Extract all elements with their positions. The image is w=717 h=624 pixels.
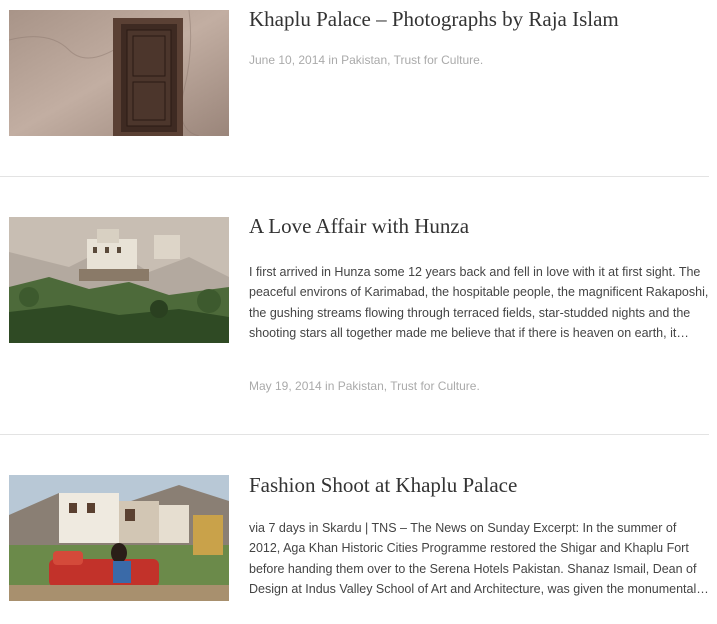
post-title[interactable]: Fashion Shoot at Khaplu Palace bbox=[249, 473, 517, 498]
category-link-trust-for-culture[interactable]: Trust for Culture bbox=[394, 53, 480, 67]
post-excerpt: via 7 days in Skardu | TNS – The News on… bbox=[249, 521, 709, 596]
post-date: May 19, 2014 bbox=[249, 379, 322, 393]
post-divider bbox=[0, 434, 709, 435]
post-thumbnail-hunza[interactable] bbox=[9, 217, 229, 343]
category-link-trust-for-culture[interactable]: Trust for Culture bbox=[390, 379, 476, 393]
hunza-fort-image bbox=[9, 217, 229, 343]
category-link-pakistan[interactable]: Pakistan bbox=[341, 53, 387, 67]
post-date: June 10, 2014 bbox=[249, 53, 326, 67]
category-link-pakistan[interactable]: Pakistan bbox=[338, 379, 384, 393]
post-meta: June 10, 2014 in Pakistan, Trust for Cul… bbox=[249, 53, 483, 67]
post-excerpt: I first arrived in Hunza some 12 years b… bbox=[249, 265, 709, 340]
fashion-shoot-image bbox=[9, 475, 229, 601]
post-thumbnail-door[interactable] bbox=[9, 10, 229, 136]
post-title[interactable]: Khaplu Palace – Photographs by Raja Isla… bbox=[249, 7, 619, 32]
post-divider bbox=[0, 176, 709, 177]
meta-in: in bbox=[325, 53, 342, 67]
meta-in: in bbox=[321, 379, 338, 393]
meta-end: . bbox=[479, 53, 484, 67]
post-meta: May 19, 2014 in Pakistan, Trust for Cult… bbox=[249, 379, 480, 393]
post-thumbnail-fashion[interactable] bbox=[9, 475, 229, 601]
meta-end: . bbox=[476, 379, 480, 393]
door-image bbox=[9, 10, 229, 136]
post-title[interactable]: A Love Affair with Hunza bbox=[249, 214, 469, 239]
